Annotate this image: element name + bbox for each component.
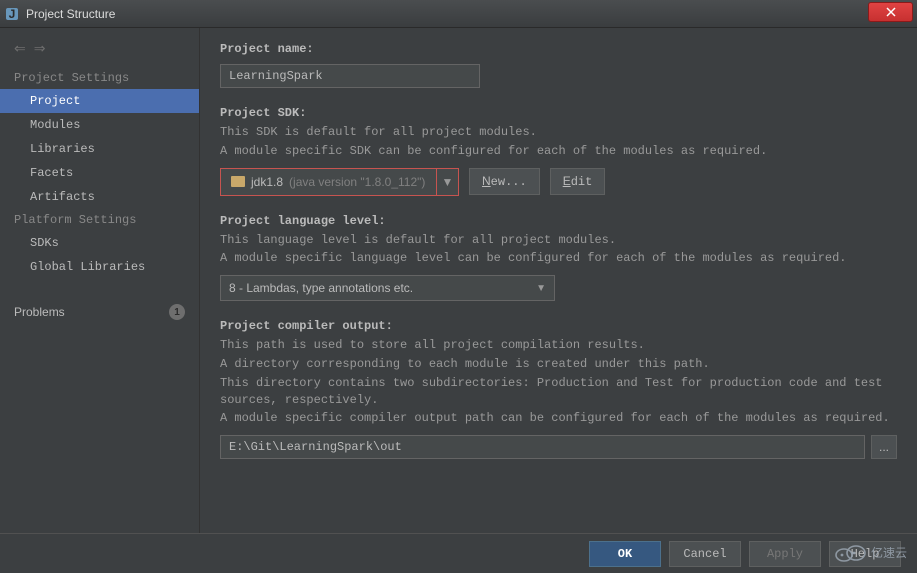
nav-back-icon[interactable]: ⇐ [14,40,26,57]
sidebar-item-problems[interactable]: Problems 1 [0,299,199,325]
output-desc-2: A directory corresponding to each module… [220,356,897,373]
compiler-output-group: Project compiler output: This path is us… [220,319,897,459]
sdk-desc-2: A module specific SDK can be configured … [220,143,897,160]
cloud-icon [833,541,867,563]
button-bar: OK Cancel Apply Help [0,533,917,573]
apply-button[interactable]: Apply [749,541,821,567]
sdk-row: jdk1.8 (java version "1.8.0_112") ▼ New.… [220,168,897,196]
language-level-dropdown[interactable]: 8 - Lambdas, type annotations etc. ▼ [220,275,555,301]
ok-button[interactable]: OK [589,541,661,567]
language-level-value: 8 - Lambdas, type annotations etc. [229,281,413,295]
content-panel: Project name: Project SDK: This SDK is d… [200,28,917,533]
project-name-label: Project name: [220,42,897,56]
sidebar-item-project[interactable]: Project [0,89,199,113]
language-level-label: Project language level: [220,214,897,228]
app-icon: J [4,6,20,22]
dialog-body: ⇐ ⇒ Project Settings Project Modules Lib… [0,28,917,533]
compiler-output-label: Project compiler output: [220,319,897,333]
browse-button[interactable]: ... [871,435,897,459]
watermark: 亿速云 [833,541,907,563]
project-name-input[interactable] [220,64,480,88]
chevron-down-icon: ▼ [536,283,546,294]
project-sdk-group: Project SDK: This SDK is default for all… [220,106,897,196]
compiler-output-input[interactable] [220,435,865,459]
problems-label: Problems [14,305,65,319]
project-sdk-label: Project SDK: [220,106,897,120]
output-row: ... [220,435,897,459]
new-sdk-button[interactable]: New... [469,168,540,195]
project-name-group: Project name: [220,42,897,88]
problems-badge: 1 [169,304,185,320]
sidebar-item-sdks[interactable]: SDKs [0,231,199,255]
language-level-group: Project language level: This language le… [220,214,897,302]
sdk-value: jdk1.8 (java version "1.8.0_112") [221,175,436,189]
folder-icon [231,176,245,187]
chevron-down-icon[interactable]: ▼ [436,169,458,195]
section-platform-settings: Platform Settings [0,209,199,231]
cancel-button[interactable]: Cancel [669,541,741,567]
nav-arrows: ⇐ ⇒ [0,36,199,67]
sidebar-item-artifacts[interactable]: Artifacts [0,185,199,209]
sidebar-item-libraries[interactable]: Libraries [0,137,199,161]
watermark-text: 亿速云 [871,544,907,561]
sdk-version-text: (java version "1.8.0_112") [289,175,425,189]
sidebar-item-facets[interactable]: Facets [0,161,199,185]
sidebar-item-global-libraries[interactable]: Global Libraries [0,255,199,279]
sdk-desc-1: This SDK is default for all project modu… [220,124,897,141]
titlebar: J Project Structure [0,0,917,28]
svg-text:J: J [9,7,16,21]
lang-desc-1: This language level is default for all p… [220,232,897,249]
sidebar: ⇐ ⇒ Project Settings Project Modules Lib… [0,28,200,533]
output-desc-3: This directory contains two subdirectori… [220,375,897,409]
output-desc-4: A module specific compiler output path c… [220,410,897,427]
close-button[interactable] [868,2,913,22]
sidebar-item-modules[interactable]: Modules [0,113,199,137]
nav-forward-icon[interactable]: ⇒ [34,40,46,57]
section-project-settings: Project Settings [0,67,199,89]
sdk-name-text: jdk1.8 [251,175,283,189]
sdk-dropdown[interactable]: jdk1.8 (java version "1.8.0_112") ▼ [220,168,459,196]
output-desc-1: This path is used to store all project c… [220,337,897,354]
edit-sdk-button[interactable]: Edit [550,168,606,195]
lang-desc-2: A module specific language level can be … [220,250,897,267]
window-title: Project Structure [26,7,913,21]
